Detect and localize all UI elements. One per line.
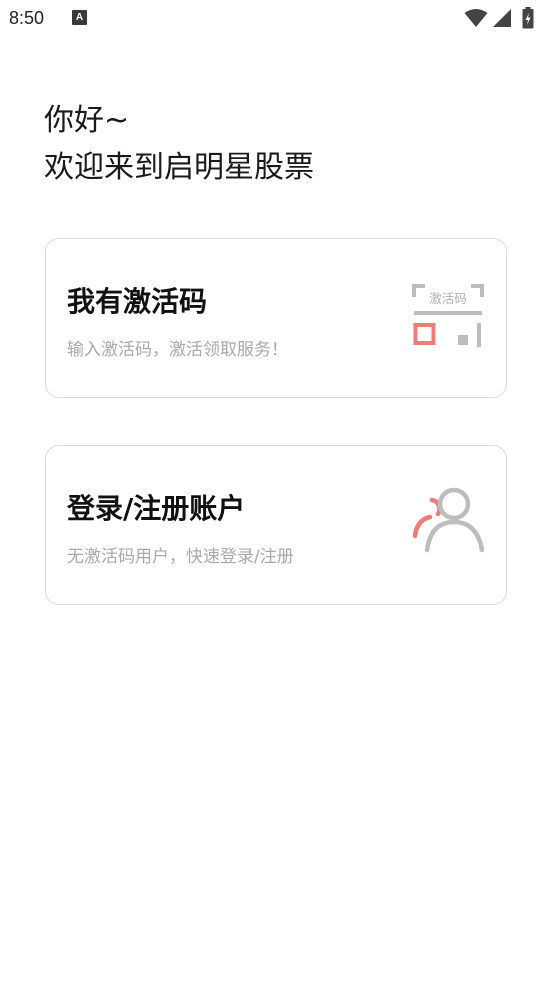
status-time: 8:50	[9, 8, 45, 28]
wifi-icon	[464, 9, 488, 27]
login-card-subtitle: 无激活码用户，快速登录/注册	[67, 547, 294, 567]
battery-icon	[522, 7, 534, 29]
status-icons	[464, 7, 540, 29]
login-card-title: 登录/注册账户	[67, 492, 246, 525]
login-register-card[interactable]: 登录/注册账户 无激活码用户，快速登录/注册	[45, 445, 507, 605]
user-account-icon	[412, 487, 484, 553]
activation-code-icon: 激活码	[412, 284, 484, 347]
notification-a-icon: A	[72, 10, 87, 25]
greeting-hello: 你好~	[44, 103, 130, 138]
signal-icon	[493, 9, 511, 27]
status-bar: 8:50 A	[0, 0, 554, 38]
activation-icon-label: 激活码	[429, 291, 467, 306]
activation-card-subtitle: 输入激活码，激活领取服务！	[67, 340, 288, 360]
activation-card-title: 我有激活码	[67, 285, 208, 318]
greeting: 你好~ 欢迎来到启明星股票	[44, 97, 314, 191]
activation-code-card[interactable]: 我有激活码 输入激活码，激活领取服务！ 激活码	[45, 238, 507, 398]
greeting-welcome: 欢迎来到启明星股票	[44, 150, 314, 185]
